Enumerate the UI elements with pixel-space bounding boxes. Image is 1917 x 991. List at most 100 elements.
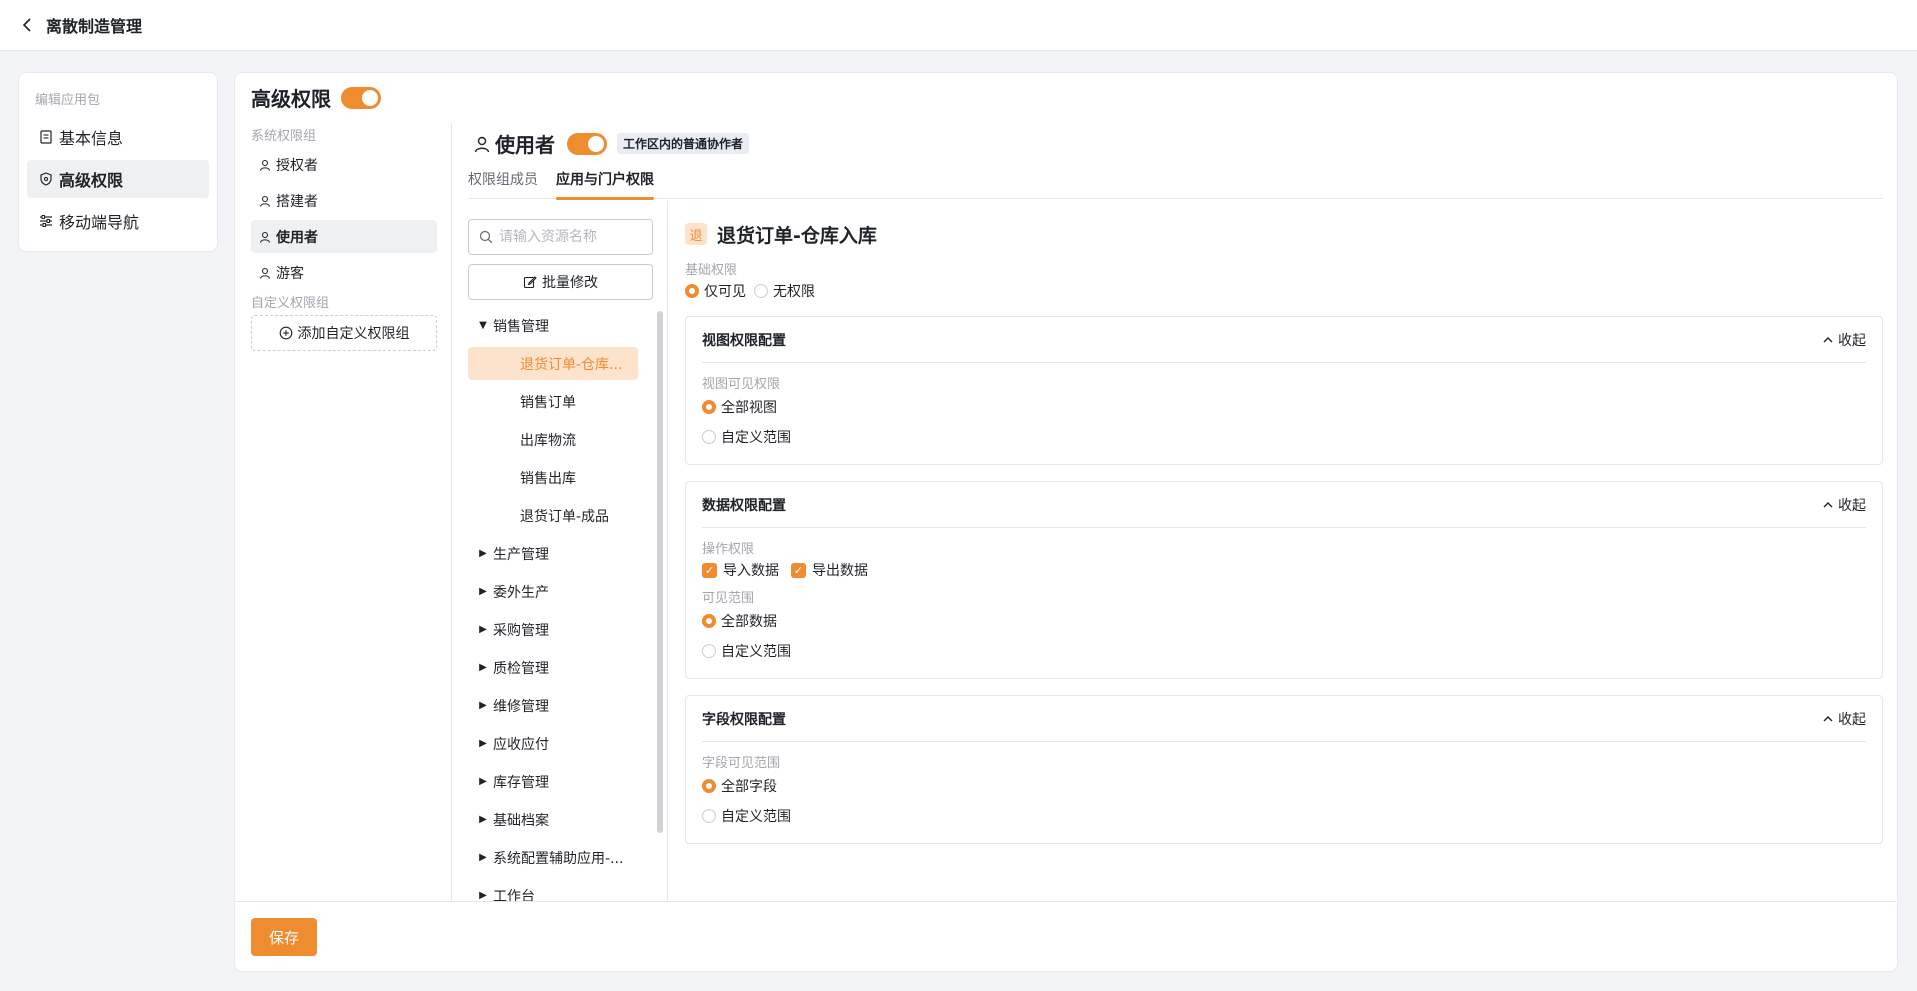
field-permission-panel: 字段权限配置 收起 字段可见范围 全部字段 自定义范围 <box>685 695 1883 844</box>
plus-circle-icon <box>279 326 292 340</box>
tree-leaf-outbound-logistics[interactable]: 出库物流 <box>468 423 638 456</box>
edit-icon <box>523 276 537 289</box>
caret-down-icon[interactable]: ▼ <box>473 320 493 331</box>
view-panel-collapse-button[interactable]: 收起 <box>1822 330 1866 350</box>
group-item-builder[interactable]: 搭建者 <box>251 184 437 217</box>
radio-visible-only[interactable]: 仅可见 <box>685 281 746 301</box>
view-panel-title: 视图权限配置 <box>702 332 786 349</box>
collapse-label: 收起 <box>1838 332 1866 349</box>
radio-all-fields[interactable]: 全部字段 <box>702 776 777 796</box>
tree-node-label: 委外生产 <box>493 584 549 601</box>
back-arrow-icon[interactable] <box>20 17 36 33</box>
batch-edit-button[interactable]: 批量修改 <box>468 264 653 300</box>
caret-right-icon[interactable]: ▶ <box>473 586 493 597</box>
tab-app-portal-permissions[interactable]: 应用与门户权限 <box>556 169 654 200</box>
radio-label: 全部字段 <box>721 779 777 795</box>
role-name: 使用者 <box>495 133 555 157</box>
tree-node-sales[interactable]: ▼ 销售管理 <box>468 309 638 342</box>
view-panel-header: 视图权限配置 收起 <box>702 317 1866 363</box>
data-option-row: 自定义范围 <box>702 636 1866 666</box>
group-item-guest[interactable]: 游客 <box>251 256 437 289</box>
tree-node-label: 系统配置辅助应用-... <box>493 850 624 867</box>
tree-node-label: 销售管理 <box>493 318 549 335</box>
caret-right-icon[interactable]: ▶ <box>473 738 493 749</box>
data-panel-title: 数据权限配置 <box>702 497 786 514</box>
footer-bar: 保存 <box>235 901 1897 971</box>
tree-node-workbench[interactable]: ▶ 工作台 <box>468 879 638 902</box>
check-icon: ✓ <box>791 562 806 578</box>
field-visible-caption: 字段可见范围 <box>702 756 781 771</box>
radio-dot <box>702 400 716 414</box>
radio-dot <box>754 284 768 298</box>
tree-leaf-label: 退货订单-成品 <box>520 508 610 525</box>
tree-node-receivable-payable[interactable]: ▶ 应收应付 <box>468 727 638 760</box>
tree-node-quality[interactable]: ▶ 质检管理 <box>468 651 638 684</box>
tab-group-members[interactable]: 权限组成员 <box>468 169 538 199</box>
group-label: 游客 <box>276 265 304 282</box>
radio-custom-view-scope[interactable]: 自定义范围 <box>702 427 791 447</box>
resource-search[interactable] <box>468 219 653 255</box>
tree-node-production[interactable]: ▶ 生产管理 <box>468 537 638 570</box>
checkbox-import-data[interactable]: ✓ 导入数据 <box>702 560 779 580</box>
nav-item-label: 移动端导航 <box>59 213 140 232</box>
checkbox-export-data[interactable]: ✓ 导出数据 <box>791 560 868 580</box>
radio-custom-data-scope[interactable]: 自定义范围 <box>702 641 791 661</box>
main-header: 高级权限 <box>251 83 381 112</box>
radio-dot <box>702 430 716 444</box>
resource-header: 退 退货订单-仓库入库 <box>685 219 1883 249</box>
resource-search-input[interactable] <box>499 229 639 245</box>
user-icon <box>259 195 271 207</box>
caret-right-icon[interactable]: ▶ <box>473 662 493 673</box>
role-toggle[interactable] <box>567 132 607 155</box>
caret-right-icon[interactable]: ▶ <box>473 852 493 863</box>
tree-node-outsourcing[interactable]: ▶ 委外生产 <box>468 575 638 608</box>
tree-leaf-label: 退货订单-仓库... <box>520 356 623 373</box>
caret-right-icon[interactable]: ▶ <box>473 548 493 559</box>
nav-item-advanced-permissions[interactable]: 高级权限 <box>27 160 209 198</box>
search-icon <box>479 230 493 244</box>
advanced-permissions-panel: 高级权限 系统权限组 授权者 搭建者 使用者 游客 自定义权限组 添加自定义权限… <box>234 72 1898 972</box>
tree-node-label: 生产管理 <box>493 546 549 563</box>
document-icon <box>40 130 52 144</box>
radio-no-permission[interactable]: 无权限 <box>754 281 815 301</box>
tree-leaf-return-order-warehouse[interactable]: 退货订单-仓库... <box>468 347 638 380</box>
tree-leaf-return-order-product[interactable]: 退货订单-成品 <box>468 499 638 532</box>
tree-node-label: 质检管理 <box>493 660 549 677</box>
tree-scrollbar[interactable] <box>657 311 663 833</box>
tree-leaf-sales-outbound[interactable]: 销售出库 <box>468 461 638 494</box>
caret-right-icon[interactable]: ▶ <box>473 890 493 901</box>
resource-divider <box>667 201 668 901</box>
tree-node-inventory[interactable]: ▶ 库存管理 <box>468 765 638 798</box>
caret-right-icon[interactable]: ▶ <box>473 776 493 787</box>
operation-permission-caption: 操作权限 <box>702 542 755 557</box>
add-custom-group-button[interactable]: 添加自定义权限组 <box>251 315 437 351</box>
save-button[interactable]: 保存 <box>251 918 317 956</box>
tree-node-purchasing[interactable]: ▶ 采购管理 <box>468 613 638 646</box>
data-panel-header: 数据权限配置 收起 <box>702 482 1866 528</box>
advanced-permissions-toggle[interactable] <box>341 86 381 109</box>
chevron-up-icon <box>1823 501 1833 507</box>
user-icon <box>474 136 490 152</box>
group-item-user[interactable]: 使用者 <box>251 220 437 253</box>
radio-custom-field-scope[interactable]: 自定义范围 <box>702 806 791 826</box>
tree-node-label: 维修管理 <box>493 698 549 715</box>
tree-node-label: 采购管理 <box>493 622 549 639</box>
caret-right-icon[interactable]: ▶ <box>473 624 493 635</box>
tree-leaf-label: 出库物流 <box>520 432 576 449</box>
data-panel-collapse-button[interactable]: 收起 <box>1822 495 1866 515</box>
radio-all-views[interactable]: 全部视图 <box>702 397 777 417</box>
nav-item-basic-info[interactable]: 基本信息 <box>27 118 209 156</box>
group-item-authorizer[interactable]: 授权者 <box>251 148 437 181</box>
caret-right-icon[interactable]: ▶ <box>473 814 493 825</box>
nav-item-mobile-navigation[interactable]: 移动端导航 <box>27 202 209 240</box>
tree-node-master-data[interactable]: ▶ 基础档案 <box>468 803 638 836</box>
tree-leaf-sales-order[interactable]: 销售订单 <box>468 385 638 418</box>
view-permission-panel: 视图权限配置 收起 视图可见权限 全部视图 自定义范围 <box>685 316 1883 465</box>
basic-permission-options: 仅可见 无权限 <box>685 278 1883 304</box>
caret-right-icon[interactable]: ▶ <box>473 700 493 711</box>
tree-node-maintenance[interactable]: ▶ 维修管理 <box>468 689 638 722</box>
tree-node-system-config[interactable]: ▶ 系统配置辅助应用-... <box>468 841 638 874</box>
radio-all-data[interactable]: 全部数据 <box>702 611 777 631</box>
radio-label: 自定义范围 <box>721 430 791 446</box>
field-panel-collapse-button[interactable]: 收起 <box>1822 709 1866 729</box>
